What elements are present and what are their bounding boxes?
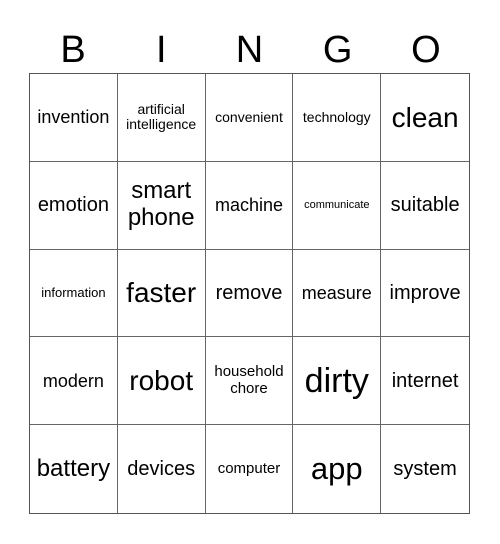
bingo-cell[interactable]: information [30, 249, 118, 338]
bingo-cell[interactable]: app [293, 425, 382, 513]
bingo-cell[interactable]: technology [293, 74, 382, 162]
bingo-cell[interactable]: emotion [30, 161, 118, 250]
header-letter-o: O [411, 29, 441, 71]
bingo-cell[interactable]: communicate [293, 161, 382, 250]
bingo-cell[interactable]: improve [381, 250, 469, 338]
bingo-cell[interactable]: invention [30, 74, 118, 162]
bingo-cell[interactable]: household chore [205, 337, 294, 426]
bingo-cell[interactable]: suitable [381, 162, 469, 250]
header-letter-n: N [235, 29, 264, 71]
bingo-cell[interactable]: machine [205, 161, 294, 250]
bingo-cell[interactable]: internet [381, 337, 469, 426]
bingo-cell[interactable]: smart phone [117, 161, 206, 250]
bingo-grid: invention artificial intelligence conven… [29, 73, 470, 514]
bingo-cell[interactable]: clean [381, 74, 469, 162]
bingo-cell[interactable]: remove [205, 249, 294, 338]
header-letter-g: G [322, 29, 353, 71]
bingo-cell[interactable]: artificial intelligence [117, 74, 206, 162]
bingo-cell[interactable]: convenient [205, 74, 294, 162]
bingo-cell[interactable]: battery [30, 425, 118, 513]
bingo-header: B I N G O [29, 28, 470, 72]
bingo-cell[interactable]: robot [117, 337, 206, 426]
bingo-cell[interactable]: dirty [293, 337, 382, 426]
bingo-cell[interactable]: measure [293, 249, 382, 338]
header-letter-i: I [156, 29, 167, 71]
bingo-cell[interactable]: modern [30, 337, 118, 426]
bingo-cell[interactable]: system [381, 425, 469, 513]
bingo-cell[interactable]: devices [118, 425, 206, 513]
bingo-cell[interactable]: faster [117, 249, 206, 338]
bingo-cell[interactable]: computer [206, 425, 294, 513]
header-letter-b: B [60, 29, 86, 71]
